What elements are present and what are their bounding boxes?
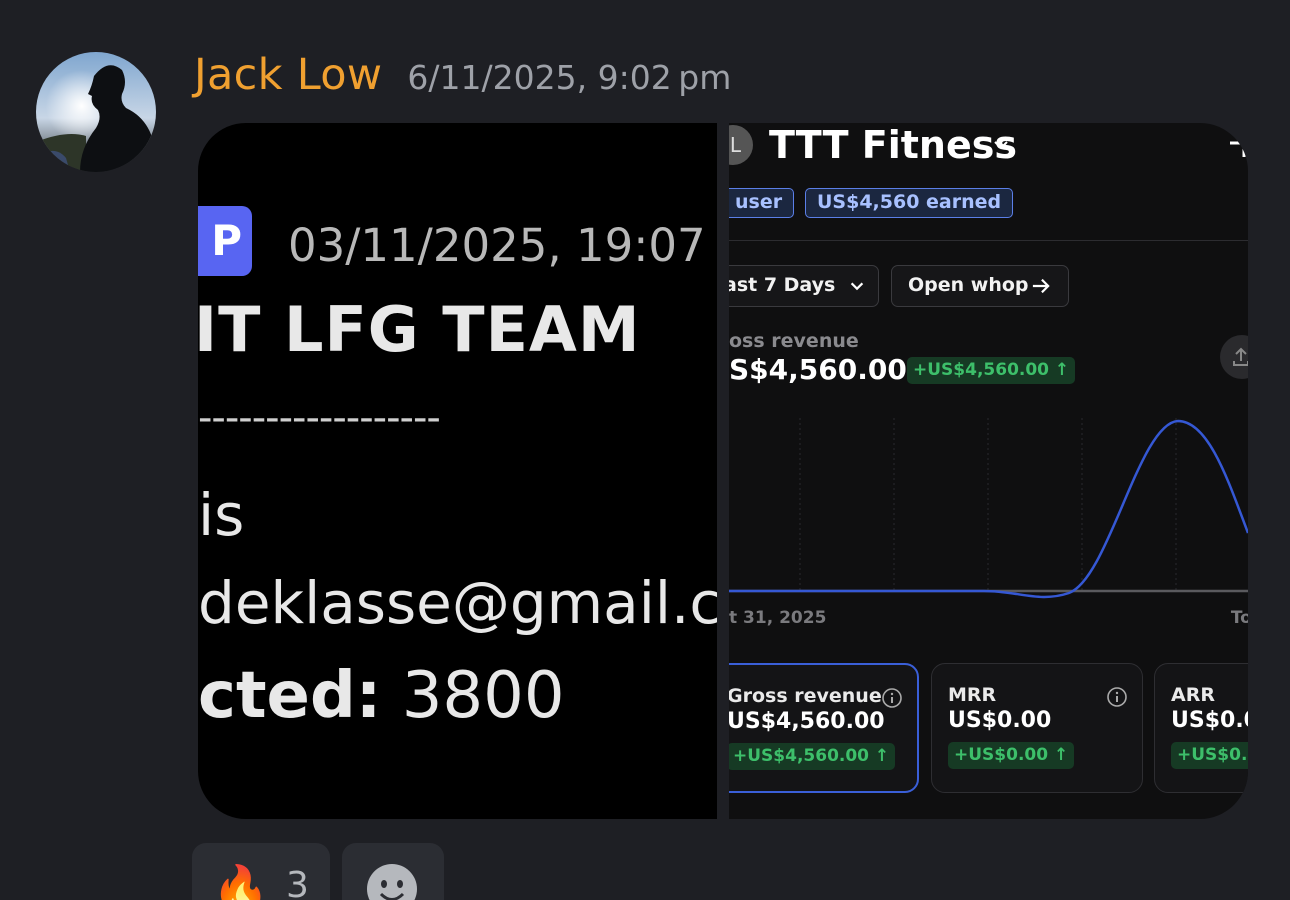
card-label: MRR: [948, 684, 997, 706]
open-whop-button: Open whop: [891, 265, 1069, 307]
image-date-text: 03/11/2025, 19:07: [288, 219, 706, 272]
author-avatar[interactable]: [36, 52, 156, 172]
image-team-text: IT LFG TEAM: [198, 293, 641, 366]
card-value: US$4,560.00: [729, 709, 885, 734]
author-name[interactable]: Jack Low: [194, 50, 382, 100]
store-avatar: L: [729, 125, 753, 165]
message-timestamp[interactable]: 6/11/2025, 9:02 pm: [407, 58, 731, 97]
attachment-image-right[interactable]: L TTT Fitness user US$4,560 earned ast 7…: [729, 123, 1248, 819]
gross-revenue-value: S$4,560.00: [729, 353, 907, 386]
mrr-card: MRR US$0.00 +US$0.00 ↑: [931, 663, 1143, 793]
corner-icon: [1230, 141, 1246, 157]
image-line-is: is: [198, 481, 245, 549]
reaction-count: 3: [286, 865, 309, 900]
chevron-down-icon: [994, 141, 1008, 150]
open-whop-label: Open whop: [908, 274, 1029, 296]
chart-gridlines: [799, 418, 1177, 591]
x-axis-end-label: Tod: [1230, 608, 1248, 628]
image-collected-line: cted: 3800: [198, 659, 565, 733]
user-pill: user: [729, 188, 795, 218]
arr-card: ARR US$0.0 +US$0.0: [1154, 663, 1248, 793]
silhouette-avatar-icon: [36, 52, 156, 172]
gross-revenue-label: oss revenue: [729, 330, 859, 352]
card-label: ARR: [1171, 684, 1215, 706]
date-range-label: ast 7 Days: [729, 274, 836, 296]
card-change: +US$0.0: [1171, 742, 1248, 769]
fire-emoji: 🔥: [212, 862, 270, 900]
image-collected-label: cted:: [198, 659, 382, 733]
share-button: [1220, 335, 1248, 379]
info-icon: [882, 688, 902, 708]
image-dash-divider: ------------------: [198, 395, 441, 441]
fire-reaction-button[interactable]: 🔥 3: [192, 843, 330, 900]
chevron-down-icon: [850, 282, 864, 291]
arrow-right-icon: [1032, 278, 1050, 294]
card-label: Gross revenue: [729, 685, 882, 707]
store-title: TTT Fitness: [769, 123, 1017, 167]
info-icon: [1107, 687, 1127, 707]
date-range-button: ast 7 Days: [729, 265, 879, 307]
earned-pill: US$4,560 earned: [805, 188, 1014, 218]
share-icon: [1233, 347, 1248, 366]
image-email-text: deklasse@gmail.co: [198, 569, 717, 637]
add-reaction-smiley-icon: [367, 864, 417, 900]
add-reaction-button[interactable]: [342, 843, 444, 900]
card-value: US$0.0: [1171, 708, 1248, 733]
card-value: US$0.00: [948, 708, 1052, 733]
card-change: +US$4,560.00 ↑: [729, 743, 896, 770]
x-axis-start-label: t 31, 2025: [729, 608, 827, 628]
section-divider: [729, 240, 1248, 241]
revenue-line-chart: [729, 418, 1248, 599]
image-collected-value: 3800: [401, 659, 565, 733]
message-header: Jack Low 6/11/2025, 9:02 pm: [194, 50, 731, 100]
gross-revenue-change: +US$4,560.00 ↑: [907, 357, 1076, 384]
attachment-image-left[interactable]: P 03/11/2025, 19:07 IT LFG TEAM --------…: [198, 123, 717, 819]
gross-revenue-card: Gross revenue US$4,560.00 +US$4,560.00 ↑: [729, 663, 919, 793]
card-change: +US$0.00 ↑: [948, 742, 1075, 769]
image-badge: P: [198, 206, 252, 276]
